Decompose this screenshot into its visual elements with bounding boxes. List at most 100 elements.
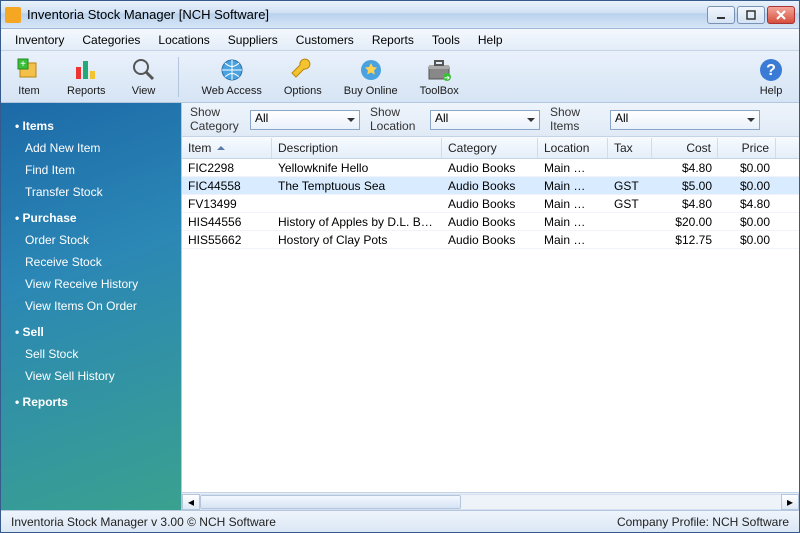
sidebar-item[interactable]: Sell Stock: [1, 343, 181, 365]
col-tax[interactable]: Tax: [608, 138, 652, 158]
filter-items-select[interactable]: All: [610, 110, 760, 130]
col-description[interactable]: Description: [272, 138, 442, 158]
cell: [272, 203, 442, 205]
table-row[interactable]: FIC44558The Temptuous SeaAudio BooksMain…: [182, 177, 799, 195]
close-button[interactable]: [767, 6, 795, 24]
cell: GST: [608, 178, 652, 194]
tb-reports[interactable]: Reports: [61, 54, 112, 99]
sidebar-item[interactable]: Order Stock: [1, 229, 181, 251]
tb-item-label: Item: [18, 85, 39, 97]
cell: Main …: [538, 196, 608, 212]
sidebar-group-purchase[interactable]: Purchase: [1, 203, 181, 229]
scroll-track[interactable]: [200, 494, 781, 510]
tb-help-label: Help: [760, 85, 783, 97]
maximize-button[interactable]: [737, 6, 765, 24]
sidebar-item[interactable]: Add New Item: [1, 137, 181, 159]
globe-icon: [218, 56, 246, 84]
filter-bar: Show Category All Show Location All Show…: [182, 103, 799, 137]
menu-inventory[interactable]: Inventory: [7, 31, 72, 49]
horizontal-scrollbar[interactable]: ◂ ▸: [182, 492, 799, 510]
cell: Main …: [538, 160, 608, 176]
cell: Yellowknife Hello: [272, 160, 442, 176]
grid-header: Item Description Category Location Tax C…: [182, 137, 799, 159]
cell: FIC44558: [182, 178, 272, 194]
table-row[interactable]: HIS55662Hostory of Clay PotsAudio BooksM…: [182, 231, 799, 249]
minimize-button[interactable]: [707, 6, 735, 24]
sidebar-item[interactable]: Transfer Stock: [1, 181, 181, 203]
cell: FIC2298: [182, 160, 272, 176]
cell: FV13499: [182, 196, 272, 212]
cell: $20.00: [652, 214, 718, 230]
tb-toolbox-label: ToolBox: [420, 85, 459, 97]
sidebar-item[interactable]: Receive Stock: [1, 251, 181, 273]
sidebar-item[interactable]: View Receive History: [1, 273, 181, 295]
tb-webaccess[interactable]: Web Access: [196, 54, 268, 99]
menu-categories[interactable]: Categories: [74, 31, 148, 49]
cell: $0.00: [718, 232, 776, 248]
menu-reports[interactable]: Reports: [364, 31, 422, 49]
grid-body[interactable]: FIC2298Yellowknife HelloAudio BooksMain …: [182, 159, 799, 492]
tb-help[interactable]: ? Help: [749, 54, 793, 99]
tb-options[interactable]: Options: [278, 54, 328, 99]
cell: $12.75: [652, 232, 718, 248]
tb-view-label: View: [132, 85, 156, 97]
tb-webaccess-label: Web Access: [202, 85, 262, 97]
table-row[interactable]: HIS44556History of Apples by D.L. Brewer…: [182, 213, 799, 231]
svg-text:?: ?: [766, 62, 776, 79]
scroll-left-button[interactable]: ◂: [182, 494, 200, 510]
menu-help[interactable]: Help: [470, 31, 511, 49]
toolbox-icon: ➔: [425, 56, 453, 84]
menu-locations[interactable]: Locations: [150, 31, 217, 49]
col-category[interactable]: Category: [442, 138, 538, 158]
col-item[interactable]: Item: [182, 138, 272, 158]
tb-buyonline-label: Buy Online: [344, 85, 398, 97]
cell: [608, 221, 652, 223]
menu-tools[interactable]: Tools: [424, 31, 468, 49]
col-location[interactable]: Location: [538, 138, 608, 158]
scroll-right-button[interactable]: ▸: [781, 494, 799, 510]
cell: [608, 167, 652, 169]
tb-buyonline[interactable]: Buy Online: [338, 54, 404, 99]
bar-chart-icon: [72, 56, 100, 84]
sidebar-group-items[interactable]: Items: [1, 111, 181, 137]
sidebar-item[interactable]: Find Item: [1, 159, 181, 181]
tb-view[interactable]: View: [122, 54, 166, 99]
svg-text:+: +: [20, 59, 26, 70]
filter-items-label: Show Items: [550, 106, 606, 132]
menu-suppliers[interactable]: Suppliers: [220, 31, 286, 49]
cell: $4.80: [652, 160, 718, 176]
status-left: Inventoria Stock Manager v 3.00 © NCH So…: [11, 515, 276, 529]
filter-location-select[interactable]: All: [430, 110, 540, 130]
menu-customers[interactable]: Customers: [288, 31, 362, 49]
col-cost[interactable]: Cost: [652, 138, 718, 158]
sidebar-item[interactable]: View Sell History: [1, 365, 181, 387]
sidebar-group-sell[interactable]: Sell: [1, 317, 181, 343]
cart-star-icon: [357, 56, 385, 84]
filter-category-label: Show Category: [190, 106, 246, 132]
app-window: Inventoria Stock Manager [NCH Software] …: [0, 0, 800, 533]
items-grid: Item Description Category Location Tax C…: [182, 137, 799, 510]
cell: HIS55662: [182, 232, 272, 248]
titlebar[interactable]: Inventoria Stock Manager [NCH Software]: [1, 1, 799, 29]
table-row[interactable]: FIC2298Yellowknife HelloAudio BooksMain …: [182, 159, 799, 177]
cell: Audio Books: [442, 160, 538, 176]
app-icon: [5, 7, 21, 23]
scroll-thumb[interactable]: [200, 495, 461, 509]
cell: $0.00: [718, 214, 776, 230]
cell: Audio Books: [442, 232, 538, 248]
col-price[interactable]: Price: [718, 138, 776, 158]
sidebar-item[interactable]: View Items On Order: [1, 295, 181, 317]
tb-options-label: Options: [284, 85, 322, 97]
cell: Hostory of Clay Pots: [272, 232, 442, 248]
status-right: Company Profile: NCH Software: [617, 515, 789, 529]
cell: [608, 239, 652, 241]
sidebar: ItemsAdd New ItemFind ItemTransfer Stock…: [1, 103, 181, 510]
tb-toolbox[interactable]: ➔ ToolBox: [414, 54, 465, 99]
cell: Main …: [538, 214, 608, 230]
table-row[interactable]: FV13499Audio BooksMain …GST$4.80$4.80: [182, 195, 799, 213]
cell: Audio Books: [442, 214, 538, 230]
sidebar-group-reports[interactable]: Reports: [1, 387, 181, 413]
filter-category-select[interactable]: All: [250, 110, 360, 130]
tb-item[interactable]: + Item: [7, 54, 51, 99]
svg-text:➔: ➔: [444, 75, 450, 82]
